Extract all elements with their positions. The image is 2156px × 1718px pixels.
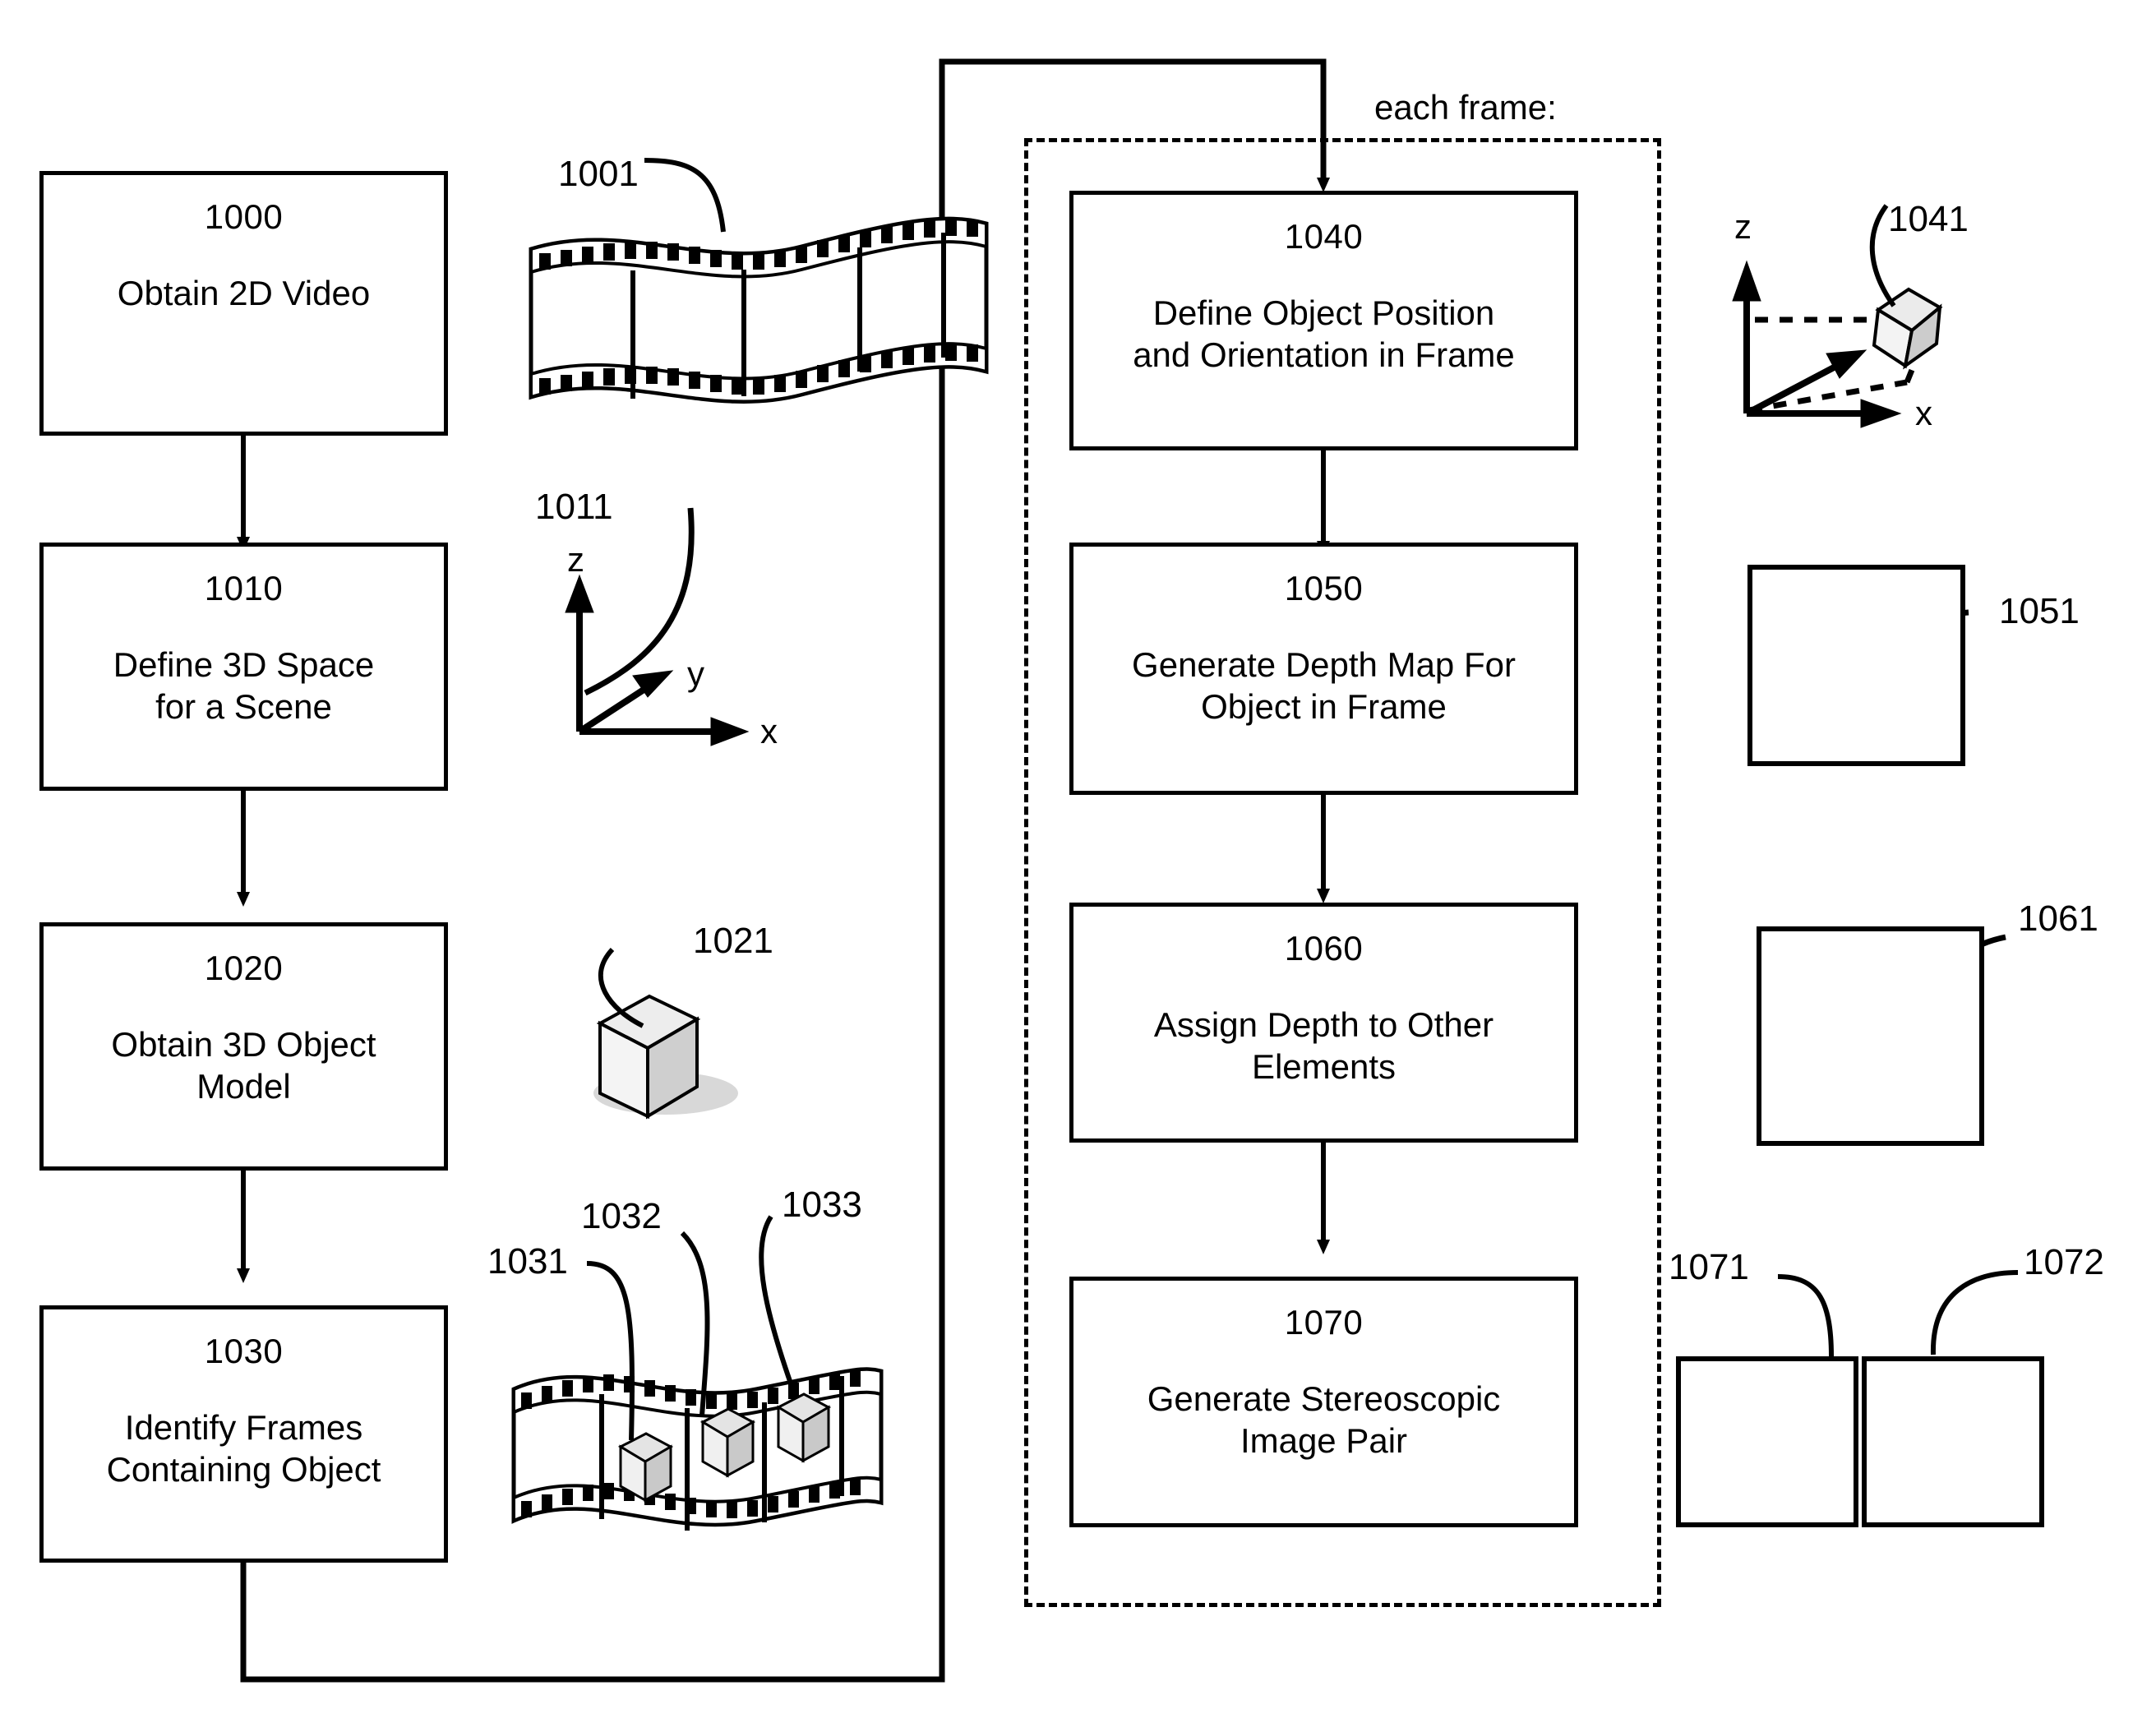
cube-model-illustration xyxy=(593,947,738,1120)
ref-tag-1071: 1071 xyxy=(1669,1247,1749,1287)
depth-map-scene-frame xyxy=(1757,926,1984,1146)
step-label: Obtain 3D Object Model xyxy=(111,1025,376,1106)
axes-xyz-illustration xyxy=(565,507,750,746)
ref-tag-1061: 1061 xyxy=(2018,898,2098,939)
step-box-1010[interactable]: 1010 Define 3D Space for a Scene xyxy=(39,543,448,791)
step-number: 1030 xyxy=(204,1332,284,1370)
ref-tag-1041: 1041 xyxy=(1888,199,1969,239)
step-box-1000[interactable]: 1000 Obtain 2D Video xyxy=(39,171,448,436)
step-number: 1010 xyxy=(204,569,284,607)
filmstrip-frames-illustration xyxy=(511,1215,884,1531)
step-number: 1050 xyxy=(1284,569,1364,607)
axis-label-x: x xyxy=(1915,394,1932,432)
depth-map-object-frame xyxy=(1747,565,1965,766)
ref-tag-1021: 1021 xyxy=(693,921,773,961)
axis-label-z: z xyxy=(567,540,584,579)
each-frame-label: each frame: xyxy=(1374,88,1557,127)
step-box-1070[interactable]: 1070 Generate Stereoscopic Image Pair xyxy=(1069,1277,1578,1527)
stereo-image-right-frame xyxy=(1862,1356,2044,1527)
step-number: 1040 xyxy=(1284,217,1364,256)
step-box-1030[interactable]: 1030 Identify Frames Containing Object xyxy=(39,1305,448,1563)
axis-label-y: y xyxy=(687,654,704,693)
step-box-1020[interactable]: 1020 Obtain 3D Object Model xyxy=(39,922,448,1171)
axis-label-z: z xyxy=(1734,207,1752,246)
axis-label-x: x xyxy=(760,712,778,750)
step-label: Obtain 2D Video xyxy=(117,274,371,312)
step-box-1050[interactable]: 1050 Generate Depth Map For Object in Fra… xyxy=(1069,543,1578,795)
step-label: Define Object Position and Orientation in… xyxy=(1133,293,1515,375)
ref-tag-1072: 1072 xyxy=(2024,1242,2104,1282)
ref-tag-1033: 1033 xyxy=(782,1185,862,1225)
step-label: Assign Depth to Other Elements xyxy=(1153,1005,1494,1087)
step-number: 1000 xyxy=(204,197,284,236)
step-number: 1020 xyxy=(204,949,284,987)
step-box-1040[interactable]: 1040 Define Object Position and Orientati… xyxy=(1069,191,1578,450)
ref-tag-1032: 1032 xyxy=(581,1196,662,1236)
stereo-image-left-frame xyxy=(1676,1356,1858,1527)
step-label: Identify Frames Containing Object xyxy=(106,1408,381,1489)
step-label: Generate Stereoscopic Image Pair xyxy=(1147,1379,1501,1461)
filmstrip-plain-illustration xyxy=(529,158,989,404)
ref-tag-1001: 1001 xyxy=(558,154,639,194)
ref-tag-1011: 1011 xyxy=(535,487,613,527)
step-number: 1070 xyxy=(1284,1303,1364,1342)
ref-tag-1031: 1031 xyxy=(487,1241,568,1282)
ref-tag-1051: 1051 xyxy=(1999,591,2080,631)
step-label: Define 3D Space for a Scene xyxy=(113,645,375,727)
step-box-1060[interactable]: 1060 Assign Depth to Other Elements xyxy=(1069,903,1578,1143)
figure-canvas: 1000 Obtain 2D Video 1010 Define 3D Spac… xyxy=(0,0,2156,1718)
step-number: 1060 xyxy=(1284,929,1364,968)
step-label: Generate Depth Map For Object in Frame xyxy=(1132,645,1516,727)
